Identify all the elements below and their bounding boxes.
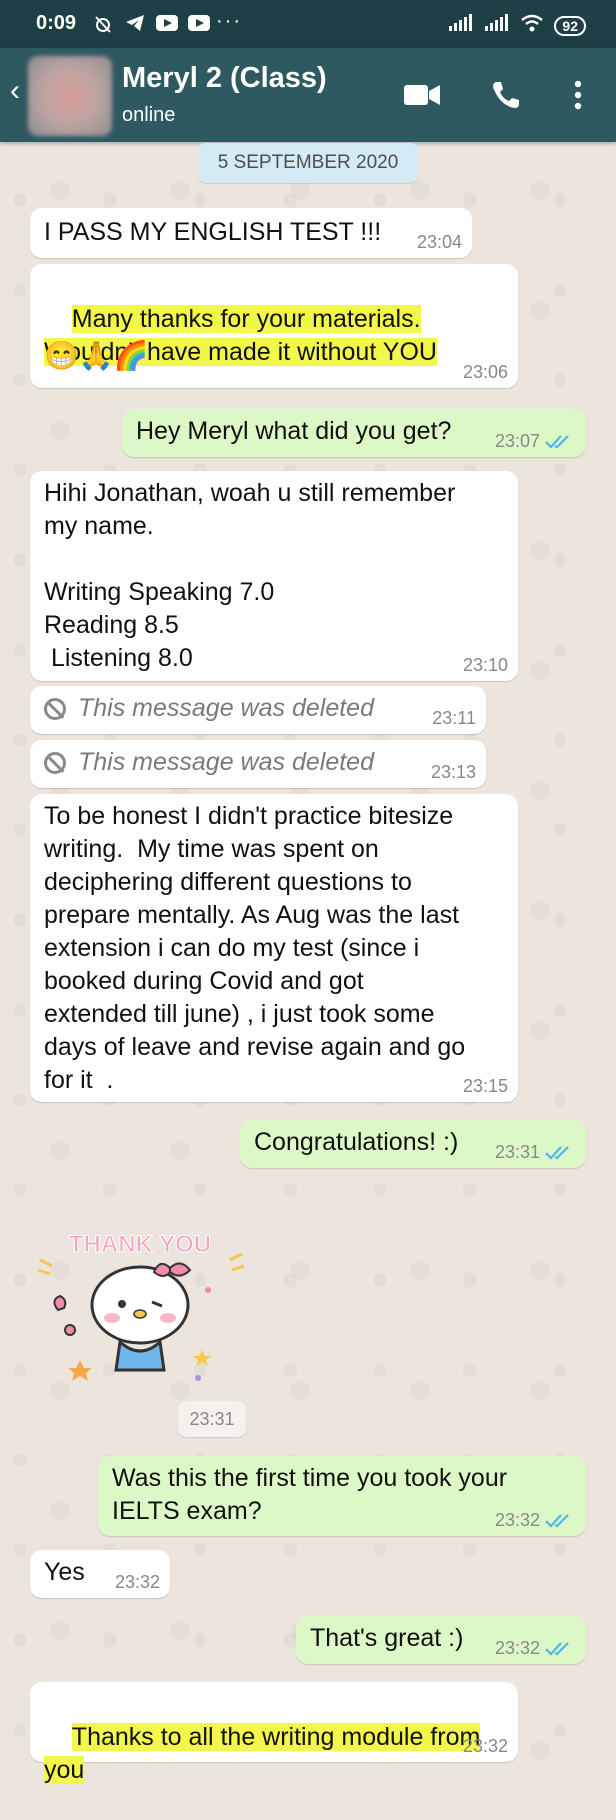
message-time: 23:32 xyxy=(494,1638,540,1658)
system-icons: 92 xyxy=(448,14,586,37)
alarm-off-icon xyxy=(92,14,114,33)
contact-status: online xyxy=(122,104,176,126)
deleted-icon xyxy=(44,698,66,720)
sticker-caption: THANK YOU xyxy=(69,1231,211,1258)
message-time: 23:32 xyxy=(114,1572,160,1592)
message-bubble-incoming[interactable]: Yes 23:32 xyxy=(30,1550,170,1598)
battery-icon: 92 xyxy=(554,15,586,36)
back-arrow-icon[interactable]: ‹ xyxy=(10,76,20,106)
message-emojis: 😁🙏🌈 xyxy=(44,340,149,371)
message-bubble-outgoing[interactable]: That's great :) 23:32 xyxy=(296,1616,586,1664)
message-text: This message was deleted xyxy=(78,748,374,776)
message-time: 23:04 xyxy=(416,232,462,252)
read-receipt-icon xyxy=(545,435,569,449)
voice-call-icon[interactable] xyxy=(486,78,526,112)
youtube-icon xyxy=(156,15,178,31)
message-bubble-outgoing[interactable]: Congratulations! :) 23:31 xyxy=(240,1120,586,1168)
deleted-icon xyxy=(44,752,66,774)
status-bar: 0:09 ··· 92 xyxy=(0,0,616,48)
read-receipt-icon xyxy=(545,1514,569,1528)
message-bubble-incoming[interactable]: Many thanks for your materials. Wouldn't… xyxy=(30,264,518,388)
message-time: 23:32 xyxy=(462,1736,508,1756)
message-time: 23:10 xyxy=(462,655,508,675)
signal-icon xyxy=(484,14,510,37)
read-receipt-icon xyxy=(545,1146,569,1160)
message-text: This message was deleted xyxy=(78,694,374,722)
chat-header: ‹ Meryl 2 (Class) online xyxy=(0,48,616,142)
video-call-icon[interactable] xyxy=(402,78,442,112)
message-time: 23:06 xyxy=(462,362,508,382)
more-options-icon[interactable] xyxy=(558,78,598,112)
message-bubble-outgoing[interactable]: Hey Meryl what did you get? 23:07 xyxy=(122,409,586,457)
message-time: 23:15 xyxy=(462,1076,508,1096)
notification-icons xyxy=(92,14,210,33)
deleted-message-bubble[interactable]: This message was deleted 23:13 xyxy=(30,740,486,788)
message-bubble-outgoing[interactable]: Was this the first time you took your IE… xyxy=(98,1456,586,1536)
telegram-icon xyxy=(124,14,146,32)
message-text: Thanks to all the writing module from yo… xyxy=(44,1723,481,1784)
message-text: Hihi Jonathan, woah u still remember my … xyxy=(44,479,456,672)
youtube-icon xyxy=(188,15,210,31)
message-time: 23:11 xyxy=(432,708,476,728)
message-time: 23:32 xyxy=(494,1510,540,1530)
avatar[interactable] xyxy=(28,56,112,136)
message-time: 23:07 xyxy=(494,431,540,451)
message-time: 23:31 xyxy=(494,1142,540,1162)
message-bubble-incoming[interactable]: Hihi Jonathan, woah u still remember my … xyxy=(30,471,518,681)
sticker-time: 23:31 xyxy=(178,1401,246,1437)
message-bubble-incoming[interactable]: To be honest I didn't practice bitesize … xyxy=(30,794,518,1102)
contact-name[interactable]: Meryl 2 (Class) xyxy=(122,62,327,95)
read-receipt-icon xyxy=(545,1642,569,1656)
status-time: 0:09 xyxy=(36,12,77,34)
message-text: To be honest I didn't practice bitesize … xyxy=(44,802,466,1094)
message-bubble-incoming[interactable]: I PASS MY ENGLISH TEST !!! 23:04 xyxy=(30,208,472,258)
message-bubble-incoming[interactable]: Thanks to all the writing module from yo… xyxy=(30,1682,518,1784)
wifi-icon xyxy=(520,14,544,37)
date-separator: 5 SEPTEMBER 2020 xyxy=(198,143,418,183)
thank-you-sticker[interactable]: THANK YOU xyxy=(30,1200,250,1390)
deleted-message-bubble[interactable]: This message was deleted 23:11 xyxy=(30,686,486,734)
message-time: 23:13 xyxy=(430,762,476,782)
message-text: I PASS MY ENGLISH TEST !!! xyxy=(44,218,382,246)
more-notifications-icon: ··· xyxy=(216,10,242,32)
signal-icon xyxy=(448,14,474,37)
